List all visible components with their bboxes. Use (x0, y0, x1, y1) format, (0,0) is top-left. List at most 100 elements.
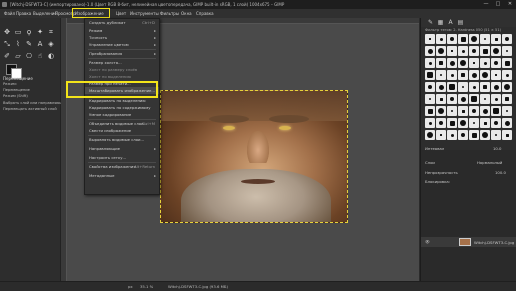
brush-thumbnail[interactable] (480, 94, 490, 104)
brush-thumbnail[interactable] (480, 34, 490, 44)
warp-tool-icon[interactable]: ⌇ (14, 40, 22, 48)
brush-thumbnail[interactable] (480, 70, 490, 80)
brush-tab-icon[interactable]: ✎ (427, 19, 434, 26)
brush-thumbnail[interactable] (502, 70, 512, 80)
brush-thumbnail[interactable] (425, 58, 435, 68)
menu-colors[interactable]: Цвет (116, 9, 126, 18)
brush-thumbnail[interactable] (491, 82, 501, 92)
menu-help[interactable]: Справка (196, 9, 214, 18)
brush-thumbnail[interactable] (480, 106, 490, 116)
brush-thumbnail[interactable] (469, 82, 479, 92)
brush-thumbnail[interactable] (469, 70, 479, 80)
brush-thumbnail[interactable] (436, 58, 446, 68)
document-history-tab-icon[interactable]: ▤ (457, 19, 464, 26)
brush-thumbnail[interactable] (502, 94, 512, 104)
menu-item-duplicate[interactable]: Создать дубликат Ctrl+D (85, 19, 159, 26)
menu-item-zealous-crop[interactable]: Умное кадрирование (85, 111, 159, 118)
dodge-tool-icon[interactable]: ◐ (47, 52, 55, 60)
smudge-tool-icon[interactable]: ☝ (36, 52, 44, 60)
menu-item-guides[interactable]: Направляющие ▸ (85, 145, 159, 152)
opacity-value[interactable]: 100.0 (495, 170, 506, 175)
menu-item-color-management[interactable]: Управление цветом ▸ (85, 41, 159, 48)
brush-thumbnail[interactable] (469, 106, 479, 116)
move-tool-icon[interactable]: ✥ (3, 28, 11, 36)
brush-thumbnail[interactable] (436, 106, 446, 116)
brush-thumbnail[interactable] (447, 70, 457, 80)
menu-file[interactable]: Файл (4, 9, 15, 18)
radio-move-active-layer[interactable]: Перемещать активный слой (3, 107, 57, 111)
menu-item-crop-to-content[interactable]: Кадрировать по содержимому (85, 104, 159, 111)
menu-item-mode[interactable]: Режим ▸ (85, 27, 159, 34)
canvas-image[interactable] (160, 90, 348, 223)
layers-tab[interactable]: Слои (425, 160, 435, 165)
brush-thumbnail[interactable] (436, 70, 446, 80)
brush-thumbnail[interactable] (458, 106, 468, 116)
menu-item-flatten[interactable]: Свести изображение (85, 127, 159, 134)
rect-select-tool-icon[interactable]: ▭ (14, 28, 22, 36)
brush-thumbnail[interactable] (458, 94, 468, 104)
brush-thumbnail[interactable] (480, 118, 490, 128)
brush-thumbnail[interactable] (447, 46, 457, 56)
brush-thumbnail[interactable] (436, 130, 446, 140)
brush-thumbnail[interactable] (458, 130, 468, 140)
brush-thumbnail[interactable] (491, 58, 501, 68)
menu-item-transform[interactable]: Преобразования ▸ (85, 50, 159, 57)
brush-thumbnail[interactable] (447, 58, 457, 68)
brush-thumbnail[interactable] (425, 130, 435, 140)
menu-item-fit-canvas-selection[interactable]: Холст по выделению (85, 73, 159, 80)
brush-thumbnail[interactable] (425, 94, 435, 104)
fuzzy-select-tool-icon[interactable]: ✦ (36, 28, 44, 36)
brush-thumbnail[interactable] (469, 94, 479, 104)
brush-thumbnail[interactable] (491, 70, 501, 80)
menu-item-crop-to-selection[interactable]: Кадрировать по выделению (85, 97, 159, 104)
brush-thumbnail[interactable] (480, 130, 490, 140)
brush-thumbnail[interactable] (491, 118, 501, 128)
menu-item-merge-visible[interactable]: Объединить видимые слои... Ctrl+M (85, 120, 159, 127)
close-icon[interactable]: ✕ (504, 0, 516, 9)
brush-thumbnail[interactable] (436, 34, 446, 44)
brush-thumbnail[interactable] (502, 82, 512, 92)
brush-thumbnail[interactable] (458, 70, 468, 80)
brush-thumbnail[interactable] (425, 82, 435, 92)
brush-thumbnail[interactable] (491, 94, 501, 104)
menu-item-canvas-size[interactable]: Размер холста... (85, 59, 159, 66)
brush-thumbnail[interactable] (502, 106, 512, 116)
radio-pick-layer[interactable]: Выбрать слой или направляющую (3, 101, 68, 105)
text-tool-icon[interactable]: A (36, 40, 44, 48)
brush-thumbnail[interactable] (458, 34, 468, 44)
brush-thumbnail[interactable] (425, 106, 435, 116)
brush-thumbnail[interactable] (469, 118, 479, 128)
menu-item-precision[interactable]: Точность ▸ (85, 34, 159, 41)
transform-tool-icon[interactable]: ⤡ (3, 40, 11, 48)
brush-thumbnail[interactable] (469, 46, 479, 56)
brush-thumbnail[interactable] (425, 46, 435, 56)
brush-thumbnail[interactable] (447, 94, 457, 104)
brush-thumbnail[interactable] (425, 34, 435, 44)
menu-item-metadata[interactable]: Метаданные ▸ (85, 172, 159, 179)
layer-mode-select[interactable]: Нормальный (477, 160, 502, 165)
brush-thumbnail[interactable] (436, 82, 446, 92)
menu-edit[interactable]: Правка (16, 9, 31, 18)
menu-item-fit-canvas-layers[interactable]: Холст по размеру слоёв (85, 66, 159, 73)
menu-windows[interactable]: Окна (181, 9, 192, 18)
pattern-tab-icon[interactable]: ▦ (437, 19, 444, 26)
clone-tool-icon[interactable]: ⎔ (25, 52, 33, 60)
brush-thumbnail[interactable] (469, 130, 479, 140)
brush-thumbnail[interactable] (469, 58, 479, 68)
brush-thumbnail[interactable] (447, 82, 457, 92)
brush-thumbnail[interactable] (491, 106, 501, 116)
menu-item-configure-grid[interactable]: Настроить сетку... (85, 154, 159, 161)
brush-thumbnail[interactable] (469, 34, 479, 44)
paths-tool-icon[interactable]: ✎ (25, 40, 33, 48)
brush-thumbnail[interactable] (491, 46, 501, 56)
menu-select[interactable]: Выделение (33, 9, 57, 18)
brush-thumbnail[interactable] (425, 70, 435, 80)
bucket-fill-tool-icon[interactable]: ◈ (47, 40, 55, 48)
visibility-eye-icon[interactable]: 👁 (425, 239, 430, 244)
paintbrush-tool-icon[interactable]: ✐ (3, 52, 11, 60)
brush-thumbnail[interactable] (502, 58, 512, 68)
brush-thumbnail[interactable] (458, 46, 468, 56)
minimize-icon[interactable]: — (480, 0, 492, 9)
brush-thumbnail[interactable] (480, 46, 490, 56)
crop-tool-icon[interactable]: ⌗ (47, 28, 55, 36)
